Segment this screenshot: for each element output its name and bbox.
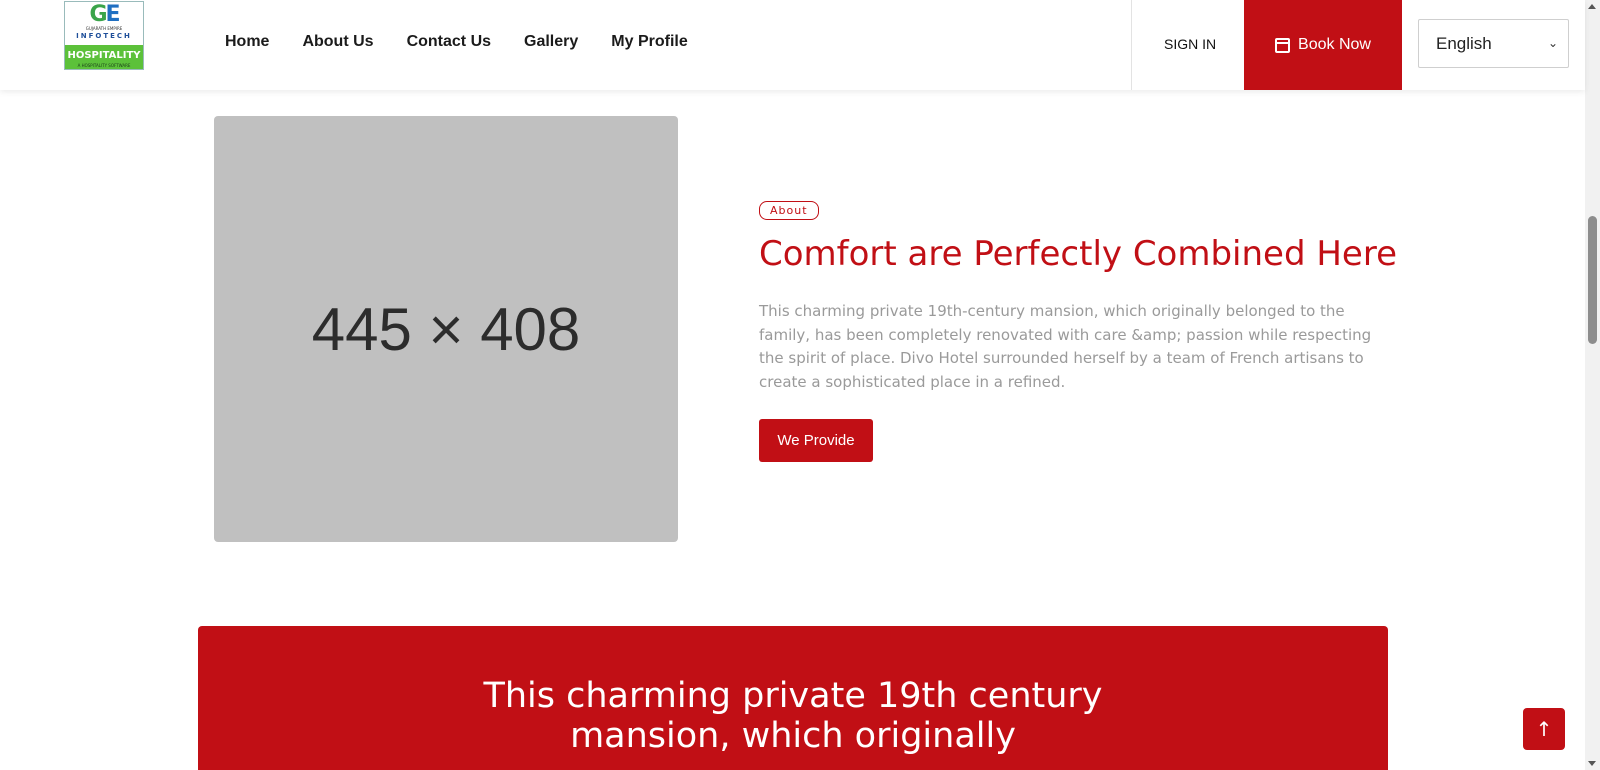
language-select[interactable]: English ⌄ bbox=[1418, 19, 1569, 68]
back-to-top-button[interactable]: ↑ bbox=[1523, 708, 1565, 750]
book-now-button[interactable]: Book Now bbox=[1244, 0, 1402, 90]
placeholder-dimensions: 445 × 408 bbox=[311, 295, 581, 363]
logo-mark: GE bbox=[89, 2, 120, 27]
scroll-thumb[interactable] bbox=[1588, 216, 1597, 344]
section-description: This charming private 19th-century mansi… bbox=[759, 302, 1372, 391]
section-tag: About bbox=[759, 201, 819, 220]
brand-logo[interactable]: GE GUJARATH EMPIRE INFOTECH HOSPITALITY … bbox=[64, 1, 144, 70]
scroll-down-arrow-icon[interactable] bbox=[1588, 761, 1596, 766]
nav-gallery[interactable]: Gallery bbox=[524, 33, 578, 51]
calendar-icon bbox=[1275, 37, 1291, 53]
arrow-up-icon: ↑ bbox=[1535, 717, 1553, 741]
header-divider bbox=[1131, 0, 1132, 90]
nav-home[interactable]: Home bbox=[225, 33, 269, 51]
about-image-placeholder: 445 × 408 bbox=[214, 116, 678, 542]
site-header: GE GUJARATH EMPIRE INFOTECH HOSPITALITY … bbox=[0, 0, 1585, 90]
logo-line2: INFOTECH bbox=[76, 32, 132, 40]
section-title: Comfort are Perfectly Combined Here bbox=[759, 234, 1397, 274]
logo-hospitality: HOSPITALITY bbox=[67, 50, 141, 61]
logo-bottom: HOSPITALITY A HOSPITALITY SOFTWARE bbox=[65, 45, 143, 69]
red-banner: This charming private 19th century mansi… bbox=[198, 626, 1388, 770]
logo-top: GE GUJARATH EMPIRE INFOTECH bbox=[65, 2, 143, 45]
chevron-down-icon: ⌄ bbox=[1547, 36, 1558, 50]
nav-about-us[interactable]: About Us bbox=[302, 33, 373, 51]
banner-text: This charming private 19th century mansi… bbox=[483, 676, 1103, 756]
language-selected: English bbox=[1436, 33, 1492, 53]
nav-contact-us[interactable]: Contact Us bbox=[407, 33, 491, 51]
book-now-label: Book Now bbox=[1298, 36, 1371, 53]
we-provide-button[interactable]: We Provide bbox=[759, 419, 873, 462]
logo-tagline: A HOSPITALITY SOFTWARE bbox=[77, 63, 131, 68]
page-scrollbar[interactable] bbox=[1585, 0, 1600, 770]
sign-in-link[interactable]: SIGN IN bbox=[1164, 36, 1216, 52]
scroll-up-arrow-icon[interactable] bbox=[1588, 4, 1596, 9]
main-nav: Home About Us Contact Us Gallery My Prof… bbox=[225, 33, 721, 51]
nav-my-profile[interactable]: My Profile bbox=[611, 33, 687, 51]
